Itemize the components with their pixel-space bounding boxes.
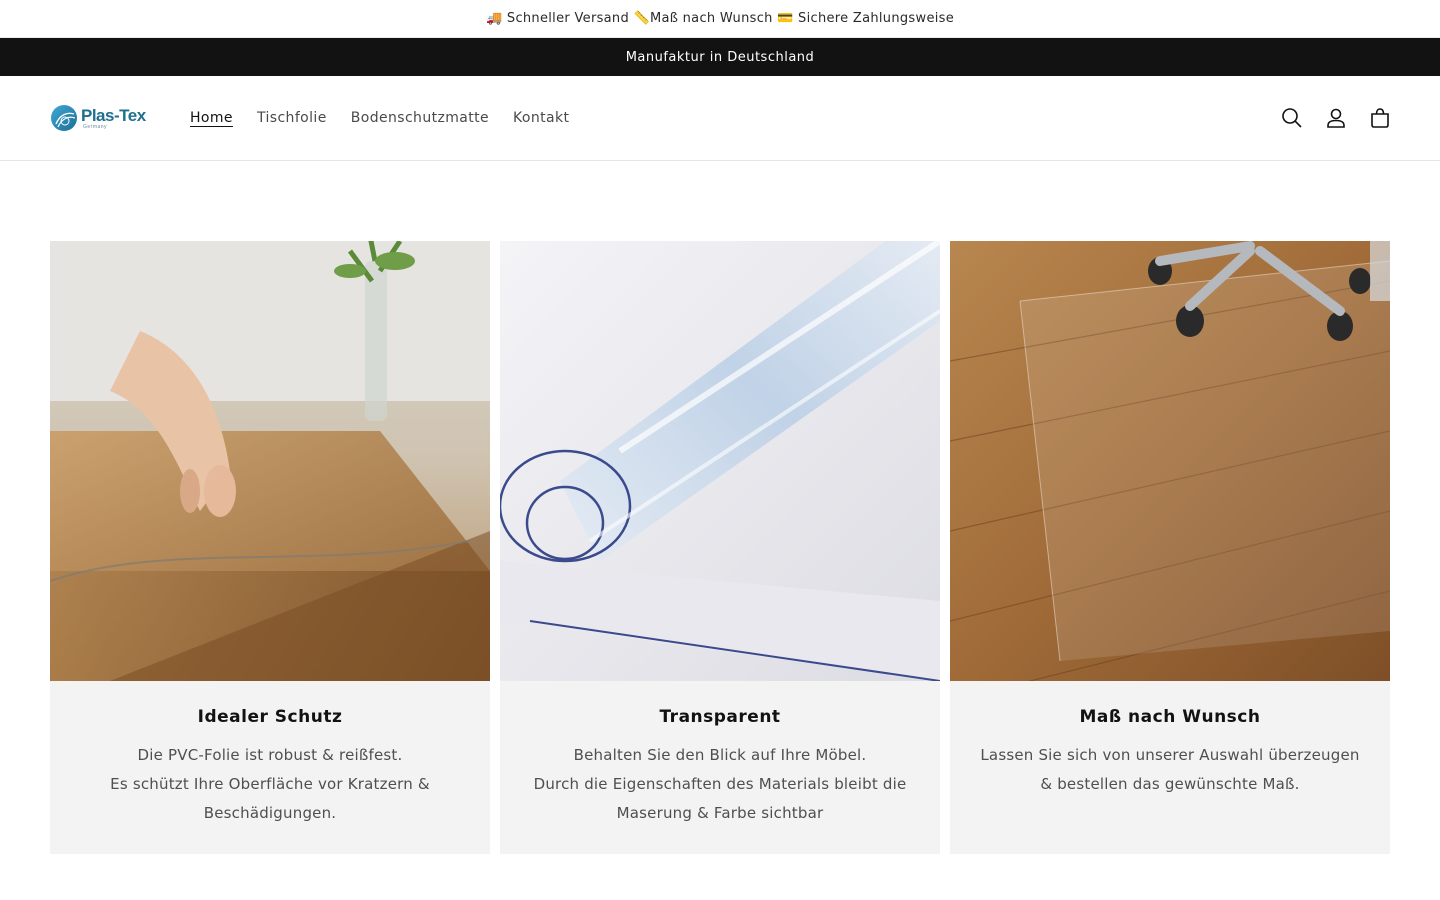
nav-item-home[interactable]: Home xyxy=(178,106,245,130)
card-body: Transparent Behalten Sie den Blick auf I… xyxy=(500,681,940,828)
logo-text: Plas-Tex Germany xyxy=(81,107,146,130)
card-text-line: Durch die Eigenschaften des Materials bl… xyxy=(533,775,907,822)
card-text-line: Die PVC-Folie ist robust & reißfest. xyxy=(137,746,403,764)
account-button[interactable] xyxy=(1314,104,1358,132)
card-image-table-film xyxy=(50,241,490,681)
table-film-image xyxy=(50,241,490,681)
announcement-top-text: 🚚 Schneller Versand 📏Maß nach Wunsch 💳 S… xyxy=(485,11,955,26)
nav-item-bodenschutzmatte[interactable]: Bodenschutzmatte xyxy=(339,106,501,130)
feature-card-transparent: Transparent Behalten Sie den Blick auf I… xyxy=(500,241,940,854)
card-text-line: Behalten Sie den Blick auf Ihre Möbel. xyxy=(573,746,867,764)
feature-cards: Idealer Schutz Die PVC-Folie ist robust … xyxy=(50,241,1390,854)
site-header: Plas-Tex Germany Home Tischfolie Bodensc… xyxy=(0,76,1440,161)
card-text: Behalten Sie den Blick auf Ihre Möbel. D… xyxy=(530,741,910,828)
card-text: Lassen Sie sich von unserer Auswahl über… xyxy=(980,741,1360,799)
card-text: Die PVC-Folie ist robust & reißfest. Es … xyxy=(80,741,460,828)
cart-icon xyxy=(1371,108,1389,128)
announcement-bar-text: Manufaktur in Deutschland xyxy=(625,49,815,65)
card-body: Idealer Schutz Die PVC-Folie ist robust … xyxy=(50,681,490,828)
card-text-line: Lassen Sie sich von unserer Auswahl über… xyxy=(980,746,1360,793)
logo-subtitle: Germany xyxy=(83,123,108,130)
card-image-film-roll xyxy=(500,241,940,681)
feature-card-mass-nach-wunsch: Maß nach Wunsch Lassen Sie sich von unse… xyxy=(950,241,1390,854)
card-title: Maß nach Wunsch xyxy=(1079,707,1261,727)
announcement-top: 🚚 Schneller Versand 📏Maß nach Wunsch 💳 S… xyxy=(0,0,1440,38)
site-logo[interactable]: Plas-Tex Germany xyxy=(50,102,160,134)
card-text-line: Es schützt Ihre Oberfläche vor Kratzern … xyxy=(110,775,430,822)
search-button[interactable] xyxy=(1270,104,1314,132)
film-roll-image xyxy=(500,241,940,681)
logo-wordmark: Plas-Tex xyxy=(81,105,146,125)
header-icons xyxy=(1270,104,1402,132)
account-icon xyxy=(1327,108,1345,128)
card-title: Transparent xyxy=(659,707,781,727)
feature-card-idealer-schutz: Idealer Schutz Die PVC-Folie ist robust … xyxy=(50,241,490,854)
logo-mark-icon xyxy=(51,105,77,131)
cart-button[interactable] xyxy=(1358,104,1402,132)
main-nav: Home Tischfolie Bodenschutzmatte Kontakt xyxy=(178,106,581,130)
floor-mat-image xyxy=(950,241,1390,681)
card-image-floor-mat xyxy=(950,241,1390,681)
card-title: Idealer Schutz xyxy=(197,707,343,727)
card-body: Maß nach Wunsch Lassen Sie sich von unse… xyxy=(950,681,1390,799)
nav-item-kontakt[interactable]: Kontakt xyxy=(501,106,581,130)
search-icon xyxy=(1282,108,1302,128)
announcement-bar: Manufaktur in Deutschland xyxy=(0,38,1440,76)
nav-item-tischfolie[interactable]: Tischfolie xyxy=(245,106,339,130)
